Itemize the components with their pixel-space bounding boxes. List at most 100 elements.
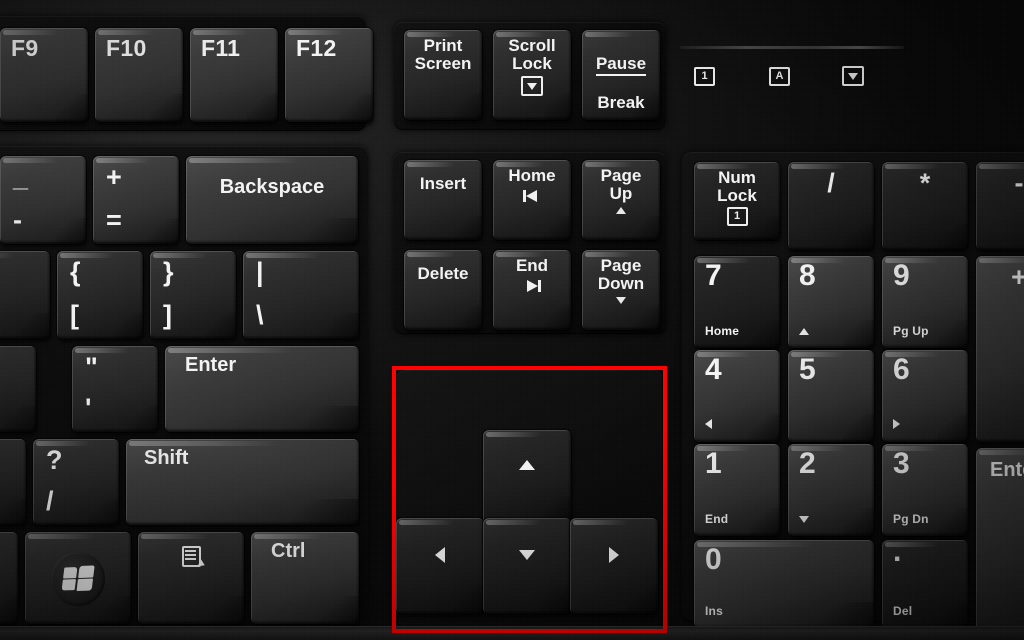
key-numpad-4[interactable]: 4 xyxy=(694,350,780,442)
key-f11-label: F11 xyxy=(201,35,241,61)
key-num-lock-label: Num Lock xyxy=(717,168,757,206)
key-plus-label: + xyxy=(106,162,122,192)
key-f9[interactable]: F9 xyxy=(0,28,88,122)
key-bracket-left[interactable]: { [ xyxy=(57,251,143,339)
key-brace-left-label: { xyxy=(70,257,81,287)
key-home[interactable]: Home xyxy=(493,160,571,240)
key-bracket-right-label: ] xyxy=(163,300,172,331)
key-bracket-right[interactable]: } ] xyxy=(150,251,236,339)
triangle-up-icon xyxy=(799,328,809,335)
key-arrow-left[interactable] xyxy=(396,518,484,614)
key-numpad-2[interactable]: 2 xyxy=(788,444,874,536)
context-menu-icon xyxy=(181,546,206,569)
key-windows[interactable] xyxy=(25,532,131,624)
key-numpad-decimal[interactable]: . Del xyxy=(882,540,968,628)
key-pause-break[interactable]: Pause Break xyxy=(582,30,660,120)
key-numpad-5[interactable]: 5 xyxy=(788,350,874,442)
key-backslash-label: \ xyxy=(256,300,264,331)
key-numpad-4-number: 4 xyxy=(705,353,722,386)
key-question-label: ? xyxy=(46,445,63,475)
arrow-up-icon xyxy=(519,460,535,470)
key-numpad-divide[interactable]: / xyxy=(788,162,874,250)
key-f9-label: F9 xyxy=(11,35,39,61)
keyboard-photo: F9 F10 F11 F12 Print Screen Scroll Lock Pa… xyxy=(0,0,1024,640)
key-numpad-subtract[interactable]: - xyxy=(976,162,1024,250)
key-numpad-8-number: 8 xyxy=(799,259,816,292)
key-equals-plus[interactable]: + = xyxy=(93,156,179,244)
key-numpad-enter-label: Enter xyxy=(990,459,1024,481)
key-numpad-7-alt-label: Home xyxy=(705,324,740,339)
arrow-down-icon xyxy=(519,550,535,560)
key-f11[interactable]: F11 xyxy=(190,28,278,122)
key-pipe-label: | xyxy=(256,257,264,287)
key-enter[interactable]: Enter xyxy=(165,346,359,432)
key-numpad-subtract-label: - xyxy=(1014,168,1024,198)
key-minus-underscore[interactable]: _ - xyxy=(0,156,86,244)
caps-lock-led-icon: A xyxy=(769,66,790,86)
key-page-up-label: Page Up xyxy=(600,166,642,204)
key-scroll-lock[interactable]: Scroll Lock xyxy=(493,30,571,120)
key-numpad-7[interactable]: 7 Home xyxy=(694,256,780,348)
arrow-left-icon xyxy=(435,547,445,563)
key-partial-left-row5[interactable] xyxy=(0,532,18,624)
key-arrow-up[interactable] xyxy=(483,430,571,526)
key-quote[interactable]: " ' xyxy=(72,346,158,432)
key-numpad-3-number: 3 xyxy=(893,447,910,480)
key-arrow-down[interactable] xyxy=(483,518,571,614)
key-numpad-enter[interactable]: Enter xyxy=(976,448,1024,634)
key-semicolon[interactable]: : ; xyxy=(0,346,36,432)
key-apostrophe-label: ' xyxy=(85,393,92,424)
key-backspace-label: Backspace xyxy=(219,176,325,198)
key-menu[interactable] xyxy=(138,532,244,624)
key-numpad-add-label: + xyxy=(1011,262,1024,292)
key-ctrl-right[interactable]: Ctrl xyxy=(251,532,359,624)
key-numpad-multiply[interactable]: * xyxy=(882,162,968,250)
key-brace-right-label: } xyxy=(163,257,174,287)
key-num-lock[interactable]: Num Lock 1 xyxy=(694,162,780,240)
key-numpad-3-alt-label: Pg Dn xyxy=(893,512,929,527)
key-arrow-right[interactable] xyxy=(570,518,658,614)
key-slash-label: / xyxy=(46,486,54,517)
key-slash[interactable]: ? / xyxy=(33,439,119,525)
triangle-up-icon xyxy=(616,207,626,215)
key-delete[interactable]: Delete xyxy=(404,250,482,330)
key-numpad-divide-label: / xyxy=(827,168,835,198)
key-numpad-9-alt-label: Pg Up xyxy=(893,324,929,339)
key-bracket-left-label: [ xyxy=(70,300,79,331)
key-minus-base-label: - xyxy=(13,205,22,236)
key-insert[interactable]: Insert xyxy=(404,160,482,240)
key-backslash[interactable]: | \ xyxy=(243,251,359,339)
key-numpad-1[interactable]: 1 End xyxy=(694,444,780,536)
key-numpad-3[interactable]: 3 Pg Dn xyxy=(882,444,968,536)
key-numpad-1-alt-label: End xyxy=(705,512,729,527)
key-shift-right[interactable]: Shift xyxy=(126,439,359,525)
key-numpad-0[interactable]: 0 Ins xyxy=(694,540,874,628)
key-print-screen[interactable]: Print Screen xyxy=(404,30,482,120)
key-f10[interactable]: F10 xyxy=(95,28,183,122)
key-doublequote-label: " xyxy=(85,352,98,382)
windows-logo-icon xyxy=(61,565,95,592)
triangle-down-icon xyxy=(799,516,809,523)
key-end[interactable]: End xyxy=(493,250,571,330)
key-partial-left-row4[interactable] xyxy=(0,439,26,525)
key-page-up[interactable]: Page Up xyxy=(582,160,660,240)
key-end-label: End xyxy=(515,256,549,275)
key-backspace[interactable]: Backspace xyxy=(186,156,358,244)
num-lock-glyph-icon: 1 xyxy=(726,207,748,227)
key-shift-label: Shift xyxy=(144,447,189,469)
key-enter-label: Enter xyxy=(185,354,237,376)
key-numpad-9[interactable]: 9 Pg Up xyxy=(882,256,968,348)
arrow-right-icon xyxy=(609,547,619,563)
key-home-label: Home xyxy=(508,166,556,185)
key-numpad-add[interactable]: + xyxy=(976,256,1024,442)
key-f12[interactable]: F12 xyxy=(285,28,373,122)
key-print-screen-label: Print Screen xyxy=(414,36,472,74)
key-partial-left-row2[interactable] xyxy=(0,251,50,339)
scroll-lock-led-icon xyxy=(842,66,864,86)
key-numpad-8[interactable]: 8 xyxy=(788,256,874,348)
key-page-down[interactable]: Page Down xyxy=(582,250,660,330)
key-delete-label: Delete xyxy=(417,264,469,283)
key-numpad-6[interactable]: 6 xyxy=(882,350,968,442)
skip-to-start-icon xyxy=(523,190,541,203)
key-numpad-6-number: 6 xyxy=(893,353,910,386)
